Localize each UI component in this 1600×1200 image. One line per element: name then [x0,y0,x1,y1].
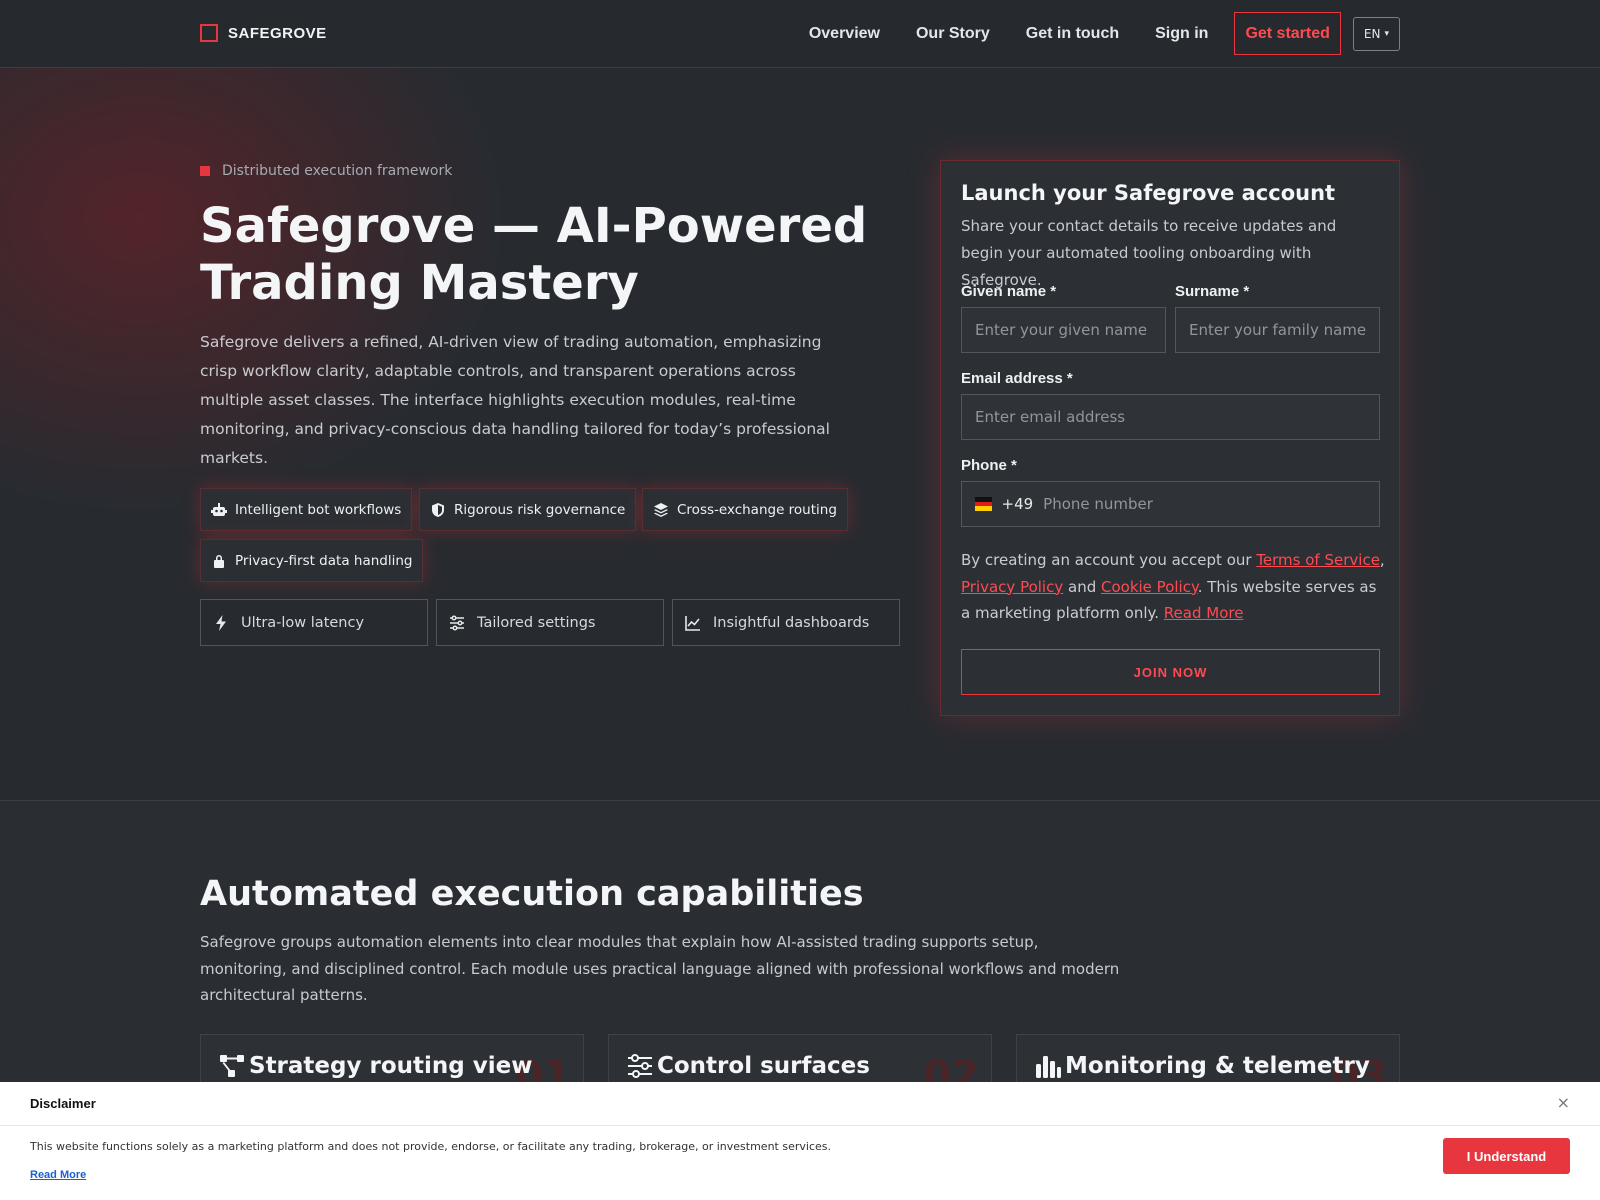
nav-our-story[interactable]: Our Story [916,25,990,43]
brand-logo[interactable]: SAFEGROVE [200,24,327,42]
route-icon [220,1055,244,1077]
pill-privacy-first: Privacy-first data handling [200,539,424,582]
disclaimer-text: This website functions solely as a marke… [30,1140,831,1153]
lightning-icon [216,614,226,631]
module-title: Control surfaces [657,1053,870,1079]
module-header: Monitoring & telemetry [1035,1053,1370,1079]
layers-icon [654,502,668,517]
given-name-field[interactable] [961,307,1166,353]
language-selector[interactable]: EN ▾ [1352,16,1400,51]
email-input[interactable] [975,408,1366,426]
pill-risk-governance: Rigorous risk governance [419,488,637,531]
signup-card: Launch your Safegrove account Share your… [940,160,1400,716]
pill-label: Rigorous risk governance [454,501,626,518]
hero-description: Safegrove delivers a refined, AI-driven … [200,333,830,467]
terms-text: By creating an account you accept our Te… [961,547,1386,627]
module-header: Strategy routing view [219,1053,532,1079]
email-field[interactable] [961,394,1380,440]
given-name-label: Given name * [961,283,1057,300]
surname-label: Surname * [1175,283,1250,300]
capabilities-description: Safegrove groups automation elements int… [200,933,1120,1004]
get-started-button[interactable]: Get started [1234,12,1341,55]
close-icon[interactable]: × [1557,1093,1570,1112]
logo-square-icon [200,24,218,42]
read-more-link[interactable]: Read More [1164,604,1244,622]
top-navigation-bar: SAFEGROVE Overview Our Story Get in touc… [0,0,1600,68]
terms-of-service-link[interactable]: Terms of Service [1256,551,1380,569]
phone-dial-code[interactable]: +49 [1002,495,1034,513]
pill-label: Cross-exchange routing [677,501,837,518]
surname-input[interactable] [1189,321,1366,339]
shield-icon [432,502,444,517]
feature-label: Tailored settings [477,614,596,631]
hero-title: Safegrove — AI-Powered Trading Mastery [200,198,868,311]
main-nav: Overview Our Story Get in touch Sign in … [809,12,1400,55]
feature-label: Insightful dashboards [713,614,870,631]
hero-section: Distributed execution framework Safegrov… [0,68,1600,801]
email-label: Email address * [961,370,1073,387]
i-understand-button[interactable]: I Understand [1443,1138,1570,1174]
phone-input[interactable] [1043,495,1366,513]
eyebrow-square-icon [200,166,210,176]
phone-field[interactable]: +49 [961,481,1380,527]
eyebrow: Distributed execution framework [200,163,452,179]
pill-label: Intelligent bot workflows [235,501,402,518]
language-code: EN [1363,26,1381,41]
pill-bot-workflows: Intelligent bot workflows [200,488,413,531]
terms-comma: , [1379,551,1385,569]
feature-label: Ultra-low latency [241,614,365,631]
module-title: Strategy routing view [249,1053,533,1079]
lock-icon [214,554,224,568]
line-chart-icon [685,615,700,631]
given-name-input[interactable] [975,321,1152,339]
disclaimer-banner: Disclaimer × This website functions sole… [0,1082,1600,1200]
sliders-icon [450,614,464,631]
feature-latency: Ultra-low latency [200,599,428,646]
cookie-policy-link[interactable]: Cookie Policy [1101,578,1198,596]
brand-name: SAFEGROVE [228,24,327,42]
germany-flag-icon[interactable] [975,497,992,512]
signup-title: Launch your Safegrove account [961,181,1336,205]
disclaimer-read-more-link[interactable]: Read More [30,1169,86,1181]
and-text: and [1063,577,1101,596]
feature-settings: Tailored settings [436,599,664,646]
privacy-policy-link[interactable]: Privacy Policy [961,578,1063,596]
module-header: Control surfaces [627,1053,870,1079]
pill-label: Privacy-first data handling [235,552,413,569]
nav-get-in-touch[interactable]: Get in touch [1026,25,1119,43]
disclaimer-header: Disclaimer × [0,1082,1600,1126]
chevron-down-icon: ▾ [1384,28,1389,39]
eyebrow-text: Distributed execution framework [222,163,453,179]
terms-prefix: By creating an account you accept our [961,551,1257,569]
nav-sign-in[interactable]: Sign in [1155,25,1208,43]
robot-icon [211,502,227,516]
phone-label: Phone * [961,457,1017,474]
pill-cross-exchange: Cross-exchange routing [642,488,848,531]
join-now-button[interactable]: JOIN NOW [961,649,1380,695]
surname-field[interactable] [1175,307,1380,353]
sliders-icon [628,1054,652,1078]
signup-subtitle: Share your contact details to receive up… [961,217,1337,289]
module-title: Monitoring & telemetry [1065,1053,1370,1079]
capabilities-title: Automated execution capabilities [200,874,864,914]
nav-overview[interactable]: Overview [809,25,880,43]
bar-chart-icon [1036,1056,1061,1078]
disclaimer-title: Disclaimer [30,1096,96,1111]
feature-dashboards: Insightful dashboards [672,599,900,646]
